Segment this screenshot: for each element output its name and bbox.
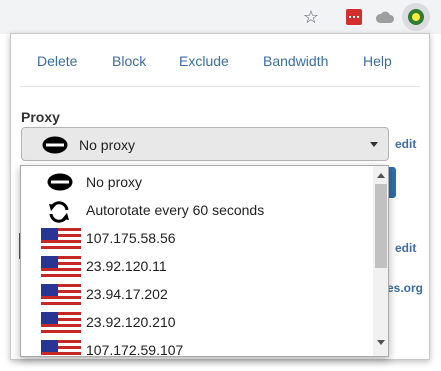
- proxy-selected-value: No proxy: [79, 137, 136, 153]
- us-flag-icon: [41, 284, 83, 306]
- partial-link[interactable]: es.org: [387, 281, 423, 295]
- option-label: 23.92.120.210: [86, 314, 176, 330]
- rotate-icon: [47, 201, 73, 223]
- bandwidth-link[interactable]: Bandwidth: [263, 53, 328, 69]
- chevron-down-icon: [370, 142, 378, 147]
- dropdown-scrollbar[interactable]: [373, 166, 388, 356]
- bookmark-star-icon[interactable]: ☆: [300, 6, 322, 28]
- dropdown-option-proxy[interactable]: 23.92.120.11: [21, 253, 373, 280]
- exclude-link[interactable]: Exclude: [179, 53, 229, 69]
- dropdown-option-proxy[interactable]: 107.172.59.107: [21, 337, 373, 357]
- option-label: 23.92.120.11: [86, 258, 167, 274]
- dropdown-option-no-proxy[interactable]: No proxy: [21, 169, 373, 196]
- option-label: Autorotate every 60 seconds: [86, 202, 265, 218]
- no-entry-icon: [47, 173, 73, 195]
- option-label: 23.94.17.202: [86, 286, 168, 302]
- option-label: 107.172.59.107: [86, 342, 184, 357]
- dropdown-option-proxy[interactable]: 23.94.17.202: [21, 281, 373, 308]
- proxy-dropdown-list: No proxy Autorotate every 60 seconds 107…: [20, 165, 389, 357]
- scroll-up-arrow-icon[interactable]: [377, 173, 385, 178]
- proxy-label: Proxy: [21, 109, 60, 125]
- dropdown-option-proxy[interactable]: 107.175.58.56: [21, 225, 373, 252]
- us-flag-icon: [41, 340, 83, 356]
- no-entry-icon: [42, 136, 68, 159]
- popup-nav: Delete Block Exclude Bandwidth Help: [11, 34, 431, 86]
- nav-divider: [20, 86, 420, 87]
- scrollbar-thumb[interactable]: [375, 184, 387, 268]
- primary-button-edge[interactable]: [389, 167, 396, 198]
- red-extension-icon[interactable]: [343, 6, 365, 28]
- dropdown-option-proxy[interactable]: 23.92.120.210: [21, 309, 373, 336]
- dropdown-option-autorotate[interactable]: Autorotate every 60 seconds: [21, 197, 373, 224]
- proxy-edit-link[interactable]: edit: [395, 137, 416, 151]
- option-label: No proxy: [86, 174, 143, 190]
- block-link[interactable]: Block: [112, 53, 146, 69]
- scroll-down-arrow-icon[interactable]: [377, 340, 385, 345]
- active-extension-icon[interactable]: [402, 3, 430, 31]
- cloud-extension-icon[interactable]: [374, 6, 396, 28]
- help-link[interactable]: Help: [363, 53, 392, 69]
- us-flag-icon: [41, 256, 83, 278]
- us-flag-icon: [41, 312, 83, 334]
- delete-link[interactable]: Delete: [37, 53, 77, 69]
- browser-toolbar: ☆: [0, 0, 441, 34]
- option-label: 107.175.58.56: [86, 230, 176, 246]
- us-flag-icon: [41, 228, 83, 250]
- proxy-select[interactable]: No proxy: [21, 127, 389, 161]
- second-edit-link[interactable]: edit: [395, 241, 416, 255]
